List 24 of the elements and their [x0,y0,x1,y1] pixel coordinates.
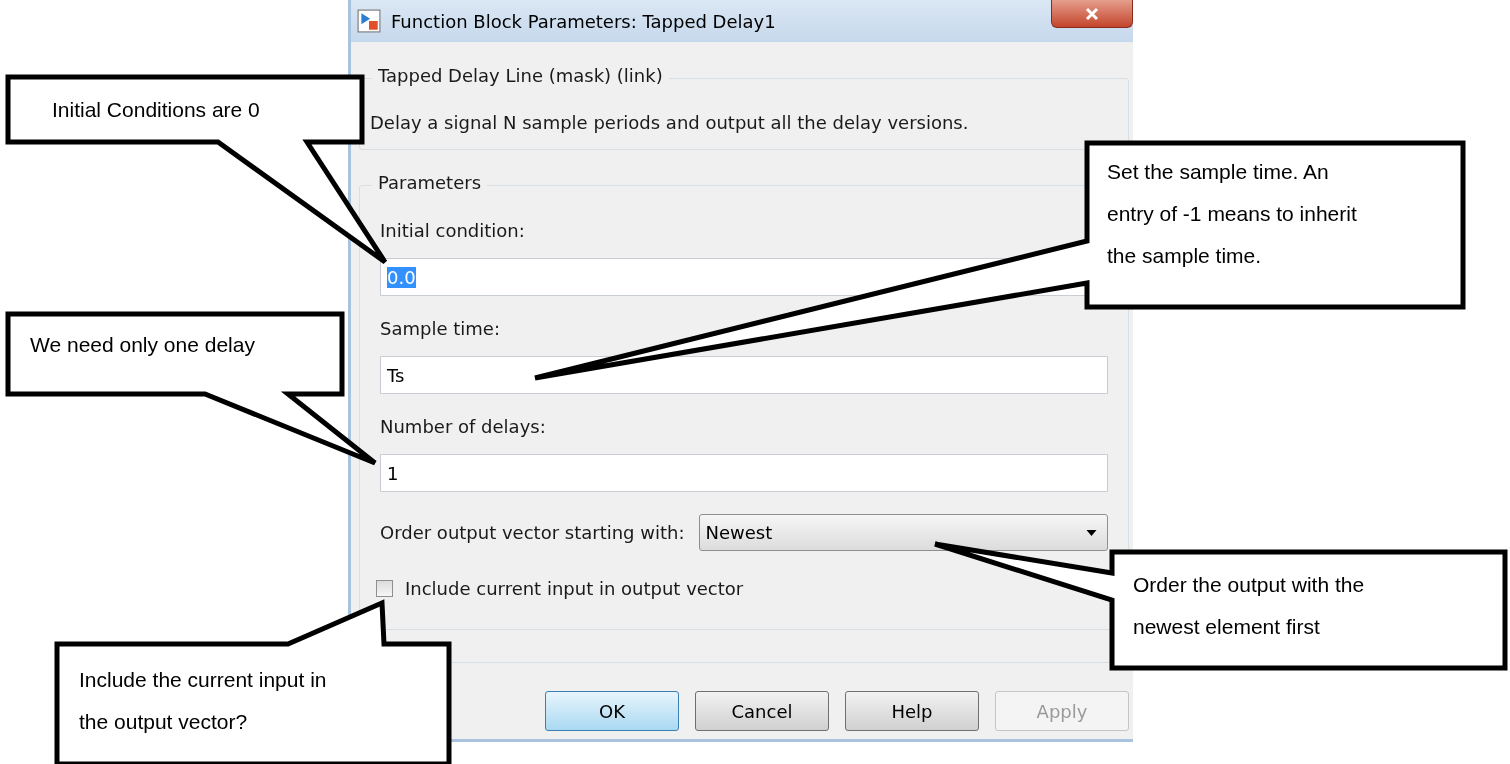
callout-text: Include the current input in the output vector? [79,667,327,735]
description-text: Delay a signal N sample periods and output all the delay versions. [370,111,970,134]
dialog-button[interactable]: Help [845,691,979,731]
input-field[interactable]: 1 [380,454,1108,492]
caret-icon [1086,529,1097,536]
dialog-button[interactable]: OK [545,691,679,731]
callout-text: Set the sample time. An entry of -1 means to inherit the sample time. [1107,159,1357,269]
callout-text: Order the output with the newest element first [1133,572,1365,640]
block-icon [357,9,381,33]
field-label: Initial condition: [380,220,526,242]
dropdown[interactable]: Newest [698,514,1108,551]
dialog-button[interactable]: Cancel [695,691,829,731]
close-button[interactable] [1051,0,1133,28]
field-label: Number of delays: [380,416,547,438]
checkbox-label: Include current input in output vector [405,577,744,599]
callout-text: Initial Conditions are 0 [52,97,260,123]
checkbox[interactable] [376,579,393,597]
window-title: Function Block Parameters: Tapped Delay1 [391,10,776,32]
field-label: Sample time: [380,318,501,340]
group-title: Tapped Delay Line (mask) (link) [372,65,669,86]
close-icon [1084,6,1100,21]
input-field[interactable]: Ts [380,356,1108,394]
callout-text: We need only one delay [30,332,255,358]
field-label: Order output vector starting with: [380,522,685,543]
